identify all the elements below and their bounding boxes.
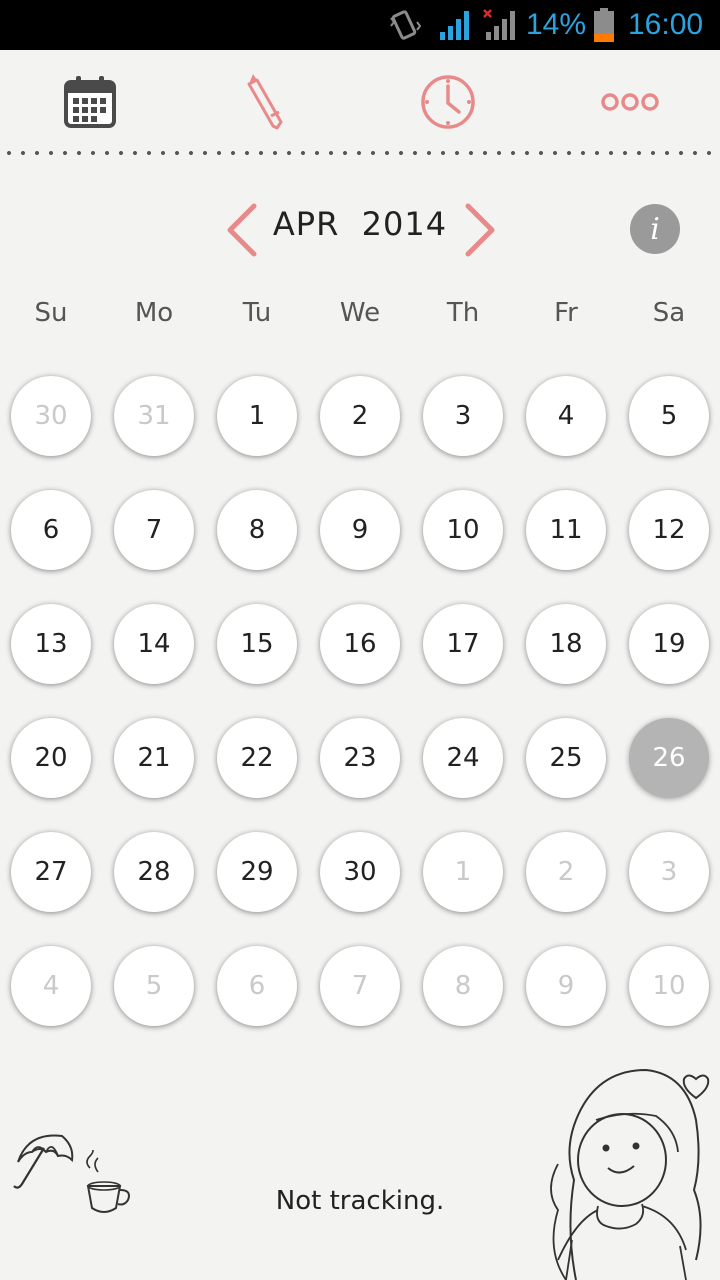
chevron-right-icon bbox=[465, 203, 495, 257]
day-cell[interactable]: 19 bbox=[629, 604, 709, 684]
other-month-day-cell[interactable]: 8 bbox=[423, 946, 503, 1026]
day-cell[interactable]: 27 bbox=[11, 832, 91, 912]
more-icon bbox=[601, 93, 659, 111]
clock-time: 16:00 bbox=[628, 8, 704, 41]
day-cell[interactable]: 25 bbox=[526, 718, 606, 798]
info-icon: i bbox=[650, 211, 660, 247]
day-cell[interactable]: 4 bbox=[526, 376, 606, 456]
history-button[interactable] bbox=[408, 62, 488, 142]
next-month-button[interactable] bbox=[454, 200, 504, 260]
day-cell[interactable]: 22 bbox=[217, 718, 297, 798]
top-toolbar bbox=[0, 50, 720, 150]
day-cell[interactable]: 18 bbox=[526, 604, 606, 684]
selected-day-cell[interactable]: 26 bbox=[629, 718, 709, 798]
day-cell[interactable]: 15 bbox=[217, 604, 297, 684]
tracking-status: Not tracking. bbox=[275, 1186, 445, 1216]
day-cell[interactable]: 10 bbox=[423, 490, 503, 570]
battery-percent: 14% bbox=[526, 8, 587, 41]
other-month-day-cell[interactable]: 7 bbox=[320, 946, 400, 1026]
day-cell[interactable]: 13 bbox=[11, 604, 91, 684]
month-year-title: APR 2014 bbox=[272, 205, 448, 243]
day-cell[interactable]: 28 bbox=[114, 832, 194, 912]
other-month-day-cell[interactable]: 31 bbox=[114, 376, 194, 456]
day-cell[interactable]: 8 bbox=[217, 490, 297, 570]
weekday-label: Th bbox=[446, 298, 480, 328]
weekday-label: Su bbox=[34, 298, 68, 328]
signal-icon bbox=[440, 11, 469, 40]
umbrella-icon bbox=[13, 1134, 74, 1189]
day-cell[interactable]: 29 bbox=[217, 832, 297, 912]
weekday-label: We bbox=[339, 298, 381, 328]
pencil-icon bbox=[247, 74, 283, 130]
day-cell[interactable]: 16 bbox=[320, 604, 400, 684]
day-cell[interactable]: 30 bbox=[320, 832, 400, 912]
other-month-day-cell[interactable]: 10 bbox=[629, 946, 709, 1026]
day-cell[interactable]: 23 bbox=[320, 718, 400, 798]
day-cell[interactable]: 2 bbox=[320, 376, 400, 456]
day-cell[interactable]: 9 bbox=[320, 490, 400, 570]
calendar-button[interactable] bbox=[50, 62, 130, 142]
day-cell[interactable]: 1 bbox=[217, 376, 297, 456]
other-month-day-cell[interactable]: 2 bbox=[526, 832, 606, 912]
calendar-icon bbox=[64, 76, 116, 128]
day-cell[interactable]: 5 bbox=[629, 376, 709, 456]
weekday-label: Tu bbox=[242, 298, 272, 328]
no-signal-icon bbox=[483, 9, 515, 40]
day-cell[interactable]: 11 bbox=[526, 490, 606, 570]
status-bar: 14% 16:00 bbox=[0, 0, 720, 50]
heart-icon bbox=[682, 1074, 710, 1100]
other-month-day-cell[interactable]: 5 bbox=[114, 946, 194, 1026]
day-cell[interactable]: 20 bbox=[11, 718, 91, 798]
day-cell[interactable]: 6 bbox=[11, 490, 91, 570]
weekday-label: Sa bbox=[652, 298, 686, 328]
weekday-label: Fr bbox=[554, 298, 578, 328]
vibrate-icon bbox=[390, 10, 422, 40]
other-month-day-cell[interactable]: 1 bbox=[423, 832, 503, 912]
tea-cup-icon bbox=[86, 1150, 130, 1213]
day-cell[interactable]: 7 bbox=[114, 490, 194, 570]
other-month-day-cell[interactable]: 6 bbox=[217, 946, 297, 1026]
dotted-divider bbox=[0, 148, 720, 158]
notes-button[interactable] bbox=[230, 62, 310, 142]
other-month-day-cell[interactable]: 30 bbox=[11, 376, 91, 456]
other-month-day-cell[interactable]: 3 bbox=[629, 832, 709, 912]
clock-icon bbox=[421, 75, 475, 129]
weekday-label: Mo bbox=[134, 298, 174, 328]
day-cell[interactable]: 12 bbox=[629, 490, 709, 570]
info-button[interactable]: i bbox=[630, 204, 680, 254]
other-month-day-cell[interactable]: 4 bbox=[11, 946, 91, 1026]
other-month-day-cell[interactable]: 9 bbox=[526, 946, 606, 1026]
battery-icon bbox=[594, 8, 614, 42]
day-cell[interactable]: 21 bbox=[114, 718, 194, 798]
day-cell[interactable]: 24 bbox=[423, 718, 503, 798]
more-button[interactable] bbox=[590, 62, 670, 142]
day-cell[interactable]: 14 bbox=[114, 604, 194, 684]
day-cell[interactable]: 3 bbox=[423, 376, 503, 456]
day-cell[interactable]: 17 bbox=[423, 604, 503, 684]
